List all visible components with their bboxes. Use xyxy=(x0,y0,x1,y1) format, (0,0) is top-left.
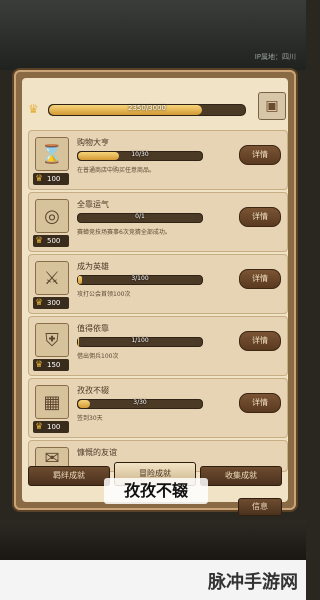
details-button[interactable]: 详情 xyxy=(239,331,281,351)
background-bottom xyxy=(0,520,306,560)
crown-icon: ♛ xyxy=(35,298,44,308)
achievement-title: 购物大亨 xyxy=(77,138,109,147)
reward-badge: ♛ 100 xyxy=(33,421,69,433)
achievement-card: ▦ ♛ 100 孜孜不辍 3/30 签到30天 详情 xyxy=(28,378,288,438)
coins-icon: ◎ xyxy=(35,199,69,233)
region-label: IP属地：四川 xyxy=(254,53,296,61)
crown-icon: ♛ xyxy=(35,422,44,432)
achievement-title: 值得依靠 xyxy=(77,324,109,333)
reward-value: 150 xyxy=(47,361,61,369)
achievement-progress-bar: 10/30 xyxy=(77,151,203,161)
crown-icon: ♛ xyxy=(35,174,44,184)
achievement-description: 在普通商店中购买任意商品。 xyxy=(77,167,156,174)
details-button[interactable]: 详情 xyxy=(239,145,281,165)
achievement-progress-text: 3/30 xyxy=(133,399,147,406)
achievement-card: ⌛ ♛ 100 购物大亨 10/30 在普通商店中购买任意商品。 详情 xyxy=(28,130,288,190)
achievement-panel: ♛ 2350/3000 ▣ ⌛ ♛ 100 购物大亨 10/30 在普通商店中购买… xyxy=(14,70,296,510)
achievement-progress-bar: 3/100 xyxy=(77,275,203,285)
crown-icon: ♛ xyxy=(35,360,44,370)
achievement-progress-bar: 0/1 xyxy=(77,213,203,223)
achievement-progress-text: 1/100 xyxy=(131,337,149,344)
total-progress-row: ♛ 2350/3000 ▣ xyxy=(28,92,286,122)
hero-icon: ⚔ xyxy=(35,261,69,295)
details-button[interactable]: 详情 xyxy=(239,393,281,413)
achievement-progress-bar: 1/100 xyxy=(77,337,203,347)
achievement-title: 全靠运气 xyxy=(77,200,109,209)
achievement-list[interactable]: ⌛ ♛ 100 购物大亨 10/30 在普通商店中购买任意商品。 详情 ◎ ♛ 50… xyxy=(28,130,288,472)
achievement-card: ◎ ♛ 500 全靠运气 0/1 赛蟑竞技场赛事6次竞猜全部成功。 详情 xyxy=(28,192,288,252)
achievement-title: 慷慨的友谊 xyxy=(77,448,117,457)
details-button[interactable]: 详情 xyxy=(239,269,281,289)
reward-badge: ♛ 300 xyxy=(33,297,69,309)
video-caption: 孜孜不辍 xyxy=(104,478,208,504)
details-button[interactable]: 详情 xyxy=(239,207,281,227)
tab-bond-achievements[interactable]: 羁绊成就 xyxy=(28,466,110,486)
achievement-progress-text: 10/30 xyxy=(131,151,149,158)
reward-badge: ♛ 500 xyxy=(33,235,69,247)
reward-badge: ♛ 100 xyxy=(33,173,69,185)
reward-value: 300 xyxy=(47,299,61,307)
achievement-card: ⚔ ♛ 300 成为英雄 3/100 攻打公会首领100次 详情 xyxy=(28,254,288,314)
reward-value: 100 xyxy=(47,423,61,431)
achievement-description: 赛蟑竞技场赛事6次竞猜全部成功。 xyxy=(77,229,171,236)
achievement-description: 借出佣兵100次 xyxy=(77,353,119,360)
calendar-icon: ▦ xyxy=(35,385,69,419)
achievement-progress-bar: 3/30 xyxy=(77,399,203,409)
footer-bar: 脉冲手游网 xyxy=(0,560,306,600)
site-watermark: 脉冲手游网 xyxy=(208,572,298,593)
achievement-panel-inner: ♛ 2350/3000 ▣ ⌛ ♛ 100 购物大亨 10/30 在普通商店中购买… xyxy=(22,78,288,502)
info-button[interactable]: 信息 xyxy=(238,498,282,516)
treasure-chest-icon[interactable]: ▣ xyxy=(258,92,286,120)
tab-collection-achievements[interactable]: 收集成就 xyxy=(200,466,282,486)
shield-icon: ⛨ xyxy=(35,323,69,357)
achievement-progress-text: 0/1 xyxy=(135,213,145,220)
hourglass-icon: ⌛ xyxy=(35,137,69,171)
achievement-title: 成为英雄 xyxy=(77,262,109,271)
crown-icon: ♛ xyxy=(35,236,44,246)
total-progress-text: 2350/3000 xyxy=(128,104,166,112)
achievement-progress-text: 3/100 xyxy=(131,275,149,282)
reward-badge: ♛ 150 xyxy=(33,359,69,371)
reward-value: 100 xyxy=(47,175,61,183)
achievement-card: ⛨ ♛ 150 值得依靠 1/100 借出佣兵100次 详情 xyxy=(28,316,288,376)
achievement-description: 攻打公会首领100次 xyxy=(77,291,131,298)
achievement-title: 孜孜不辍 xyxy=(77,386,109,395)
crown-icon: ♛ xyxy=(28,102,39,116)
reward-value: 500 xyxy=(47,237,61,245)
total-progress-bar: 2350/3000 xyxy=(48,104,246,116)
achievement-description: 签到30天 xyxy=(77,415,103,422)
